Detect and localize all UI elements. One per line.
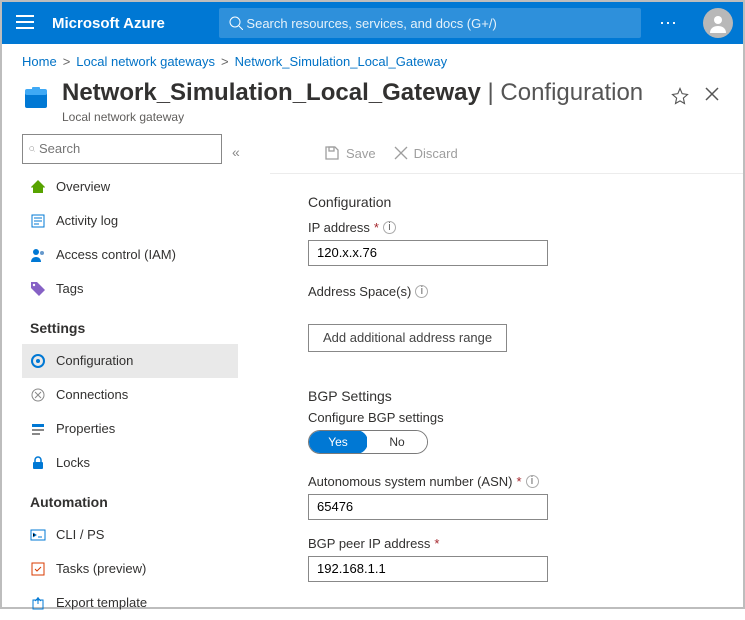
avatar[interactable]	[703, 8, 733, 38]
lock-icon	[30, 455, 46, 471]
sidebar-section-settings: Settings	[22, 306, 238, 344]
activity-log-icon	[30, 213, 46, 229]
toggle-no[interactable]: No	[367, 431, 427, 453]
hamburger-icon[interactable]	[12, 11, 38, 36]
label-asn: Autonomous system number (ASN)* i	[308, 474, 743, 489]
properties-icon	[30, 421, 46, 437]
global-search[interactable]	[219, 8, 641, 38]
tags-icon	[30, 281, 46, 297]
sidebar-item-overview[interactable]: Overview	[22, 170, 238, 204]
export-icon	[30, 595, 46, 611]
brand-label: Microsoft Azure	[52, 15, 165, 32]
info-icon[interactable]: i	[415, 285, 428, 298]
page-title: Network_Simulation_Local_Gateway | Confi…	[62, 79, 643, 108]
section-title-bgp: BGP Settings	[308, 388, 743, 404]
sidebar: « Overview Activity log Access control (…	[22, 134, 238, 620]
discard-icon	[394, 146, 408, 160]
resource-icon	[22, 85, 50, 113]
sidebar-item-activity[interactable]: Activity log	[22, 204, 238, 238]
star-icon	[671, 87, 689, 105]
user-icon	[708, 13, 728, 33]
toolbar: Save Discard	[270, 134, 743, 174]
sidebar-item-label: Locks	[56, 455, 90, 470]
asn-input[interactable]	[308, 494, 548, 520]
info-icon[interactable]: i	[526, 475, 539, 488]
search-icon	[29, 142, 35, 156]
sidebar-item-tasks[interactable]: Tasks (preview)	[22, 552, 238, 586]
more-menu-icon[interactable]: ⋯	[655, 13, 683, 34]
section-title-configuration: Configuration	[308, 194, 743, 210]
sidebar-item-label: Properties	[56, 421, 115, 436]
global-header: Microsoft Azure ⋯	[2, 2, 743, 44]
sidebar-item-label: Access control (IAM)	[56, 247, 176, 262]
search-icon	[229, 16, 243, 30]
label-ip-address: IP address* i	[308, 220, 743, 235]
save-button[interactable]: Save	[324, 145, 376, 161]
chevron-right-icon: >	[221, 54, 229, 69]
sidebar-item-tags[interactable]: Tags	[22, 272, 238, 306]
sidebar-item-properties[interactable]: Properties	[22, 412, 238, 446]
sidebar-item-label: Tasks (preview)	[56, 561, 146, 576]
sidebar-item-label: Configuration	[56, 353, 133, 368]
sidebar-item-connections[interactable]: Connections	[22, 378, 238, 412]
page-header: Network_Simulation_Local_Gateway | Confi…	[2, 75, 743, 134]
cli-icon	[30, 527, 46, 543]
main-content: Configuration IP address* i Address Spac…	[254, 174, 743, 582]
breadcrumb: Home > Local network gateways > Network_…	[2, 44, 743, 75]
save-label: Save	[346, 146, 376, 161]
sidebar-item-export[interactable]: Export template	[22, 586, 238, 620]
save-icon	[324, 145, 340, 161]
sidebar-item-iam[interactable]: Access control (IAM)	[22, 238, 238, 272]
sidebar-item-locks[interactable]: Locks	[22, 446, 238, 480]
collapse-sidebar-button[interactable]: «	[232, 144, 240, 160]
sidebar-item-label: Overview	[56, 179, 110, 194]
gear-icon	[30, 353, 46, 369]
overview-icon	[30, 179, 46, 195]
connections-icon	[30, 387, 46, 403]
favorite-button[interactable]	[671, 79, 689, 108]
toggle-yes[interactable]: Yes	[308, 430, 368, 454]
breadcrumb-current[interactable]: Network_Simulation_Local_Gateway	[235, 54, 447, 69]
sidebar-item-cli[interactable]: CLI / PS	[22, 518, 238, 552]
breadcrumb-gateways[interactable]: Local network gateways	[76, 54, 215, 69]
page-subtitle: Local network gateway	[62, 110, 643, 124]
sidebar-item-configuration[interactable]: Configuration	[22, 344, 238, 378]
label-address-spaces: Address Space(s) i	[308, 284, 743, 299]
sidebar-item-label: Tags	[56, 281, 83, 296]
add-address-range-button[interactable]: Add additional address range	[308, 324, 507, 352]
discard-label: Discard	[414, 146, 458, 161]
sidebar-search[interactable]	[22, 134, 222, 164]
bgp-peer-ip-input[interactable]	[308, 556, 548, 582]
info-icon[interactable]: i	[383, 221, 396, 234]
sidebar-section-automation: Automation	[22, 480, 238, 518]
discard-button[interactable]: Discard	[394, 146, 458, 161]
bgp-toggle[interactable]: Yes No	[308, 430, 428, 454]
sidebar-search-input[interactable]	[39, 141, 215, 156]
label-configure-bgp: Configure BGP settings	[308, 410, 743, 425]
label-bgp-peer-ip: BGP peer IP address*	[308, 536, 743, 551]
close-button[interactable]	[701, 79, 723, 114]
close-icon	[705, 87, 719, 101]
iam-icon	[30, 247, 46, 263]
tasks-icon	[30, 561, 46, 577]
chevron-right-icon: >	[63, 54, 71, 69]
breadcrumb-home[interactable]: Home	[22, 54, 57, 69]
sidebar-item-label: Connections	[56, 387, 128, 402]
sidebar-item-label: CLI / PS	[56, 527, 104, 542]
sidebar-item-label: Export template	[56, 595, 147, 610]
global-search-input[interactable]	[246, 16, 631, 31]
ip-address-input[interactable]	[308, 240, 548, 266]
sidebar-item-label: Activity log	[56, 213, 118, 228]
